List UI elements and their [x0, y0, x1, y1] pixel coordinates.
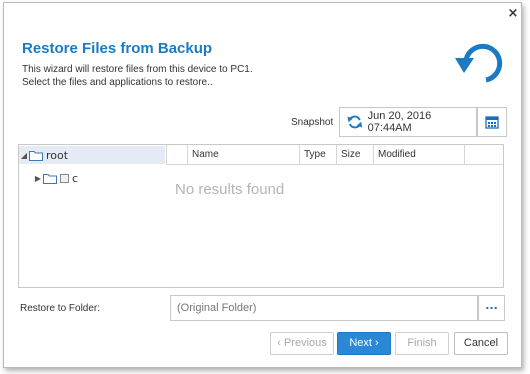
grid-column-select[interactable]	[166, 145, 187, 164]
tree-item-label: c	[72, 171, 79, 185]
tree-item-c[interactable]: ▶ c	[33, 169, 78, 187]
dialog-description: This wizard will restore files from this…	[22, 63, 253, 89]
snapshot-value: Jun 20, 2016 07:44AM	[367, 110, 432, 134]
empty-message: No results found	[175, 181, 285, 198]
cancel-button[interactable]: Cancel	[454, 332, 508, 355]
restore-dialog: × Restore Files from Backup This wizard …	[3, 2, 522, 368]
calendar-button[interactable]	[477, 107, 507, 137]
previous-button[interactable]: ‹ Previous	[270, 332, 334, 355]
next-button[interactable]: Next ›	[337, 332, 391, 355]
description-line-1: This wizard will restore files from this…	[22, 64, 253, 75]
expand-icon[interactable]: ▶	[33, 174, 43, 183]
column-size[interactable]: Size	[336, 145, 373, 164]
folder-tree: ◢ root ▶ c	[18, 144, 168, 288]
checkbox-icon[interactable]	[60, 173, 69, 183]
folder-icon	[43, 173, 57, 184]
snapshot-label: Snapshot	[291, 117, 334, 128]
browse-button[interactable]: ...	[478, 295, 505, 321]
file-grid: Name Type Size Modified No results found	[166, 144, 504, 288]
column-name[interactable]: Name	[187, 145, 299, 164]
description-line-2: Select the files and applications to res…	[22, 77, 213, 88]
folder-icon	[29, 150, 43, 161]
restore-folder-label: Restore to Folder:	[20, 303, 101, 314]
snapshot-select[interactable]: Jun 20, 2016 07:44AM	[339, 107, 477, 137]
finish-button[interactable]: Finish	[395, 332, 449, 355]
grid-column-filler	[464, 145, 503, 164]
tree-item-root[interactable]: ◢ root	[19, 146, 165, 164]
sync-icon[interactable]	[347, 114, 363, 130]
dialog-title: Restore Files from Backup	[22, 40, 213, 57]
column-type[interactable]: Type	[299, 145, 336, 164]
grid-header: Name Type Size Modified	[166, 145, 503, 165]
column-modified[interactable]: Modified	[373, 145, 464, 164]
restore-folder-input[interactable]: (Original Folder)	[170, 295, 478, 321]
restore-arrow-icon	[455, 43, 503, 83]
close-icon[interactable]: ×	[507, 7, 519, 20]
expand-icon[interactable]: ◢	[19, 151, 29, 160]
calendar-icon	[485, 116, 499, 129]
tree-item-label: root	[46, 148, 69, 162]
